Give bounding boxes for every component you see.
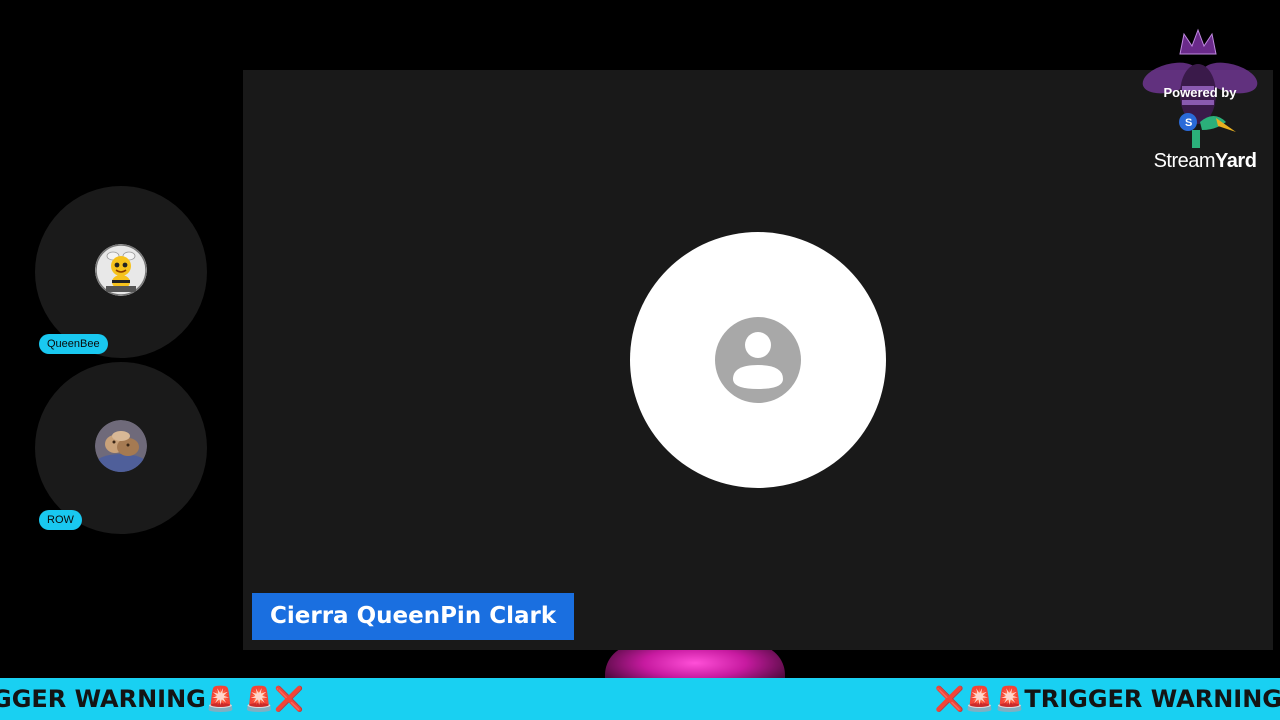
participant-tile-queenbee[interactable]: QueenBee	[35, 186, 207, 358]
participant-tile-row[interactable]: ROW	[35, 362, 207, 534]
scrolling-ticker-banner: GGER WARNING🚨 🚨❌ ❌🚨🚨TRIGGER WARNING	[0, 678, 1280, 720]
photo-avatar	[95, 420, 147, 472]
main-speaker-avatar	[630, 232, 886, 488]
participant-name-label: QueenBee	[39, 334, 108, 354]
powered-by-label: Powered by	[1163, 85, 1237, 100]
streamyard-word-yard: Yard	[1215, 150, 1257, 172]
main-speaker-tile[interactable]: Cierra QueenPin Clark	[243, 70, 1273, 650]
stream-canvas: Cierra QueenPin Clark QueenBee ROW S Pow…	[0, 0, 1280, 720]
streamyard-word-stream: Stream	[1153, 150, 1216, 172]
speaker-name-plate: Cierra QueenPin Clark	[252, 593, 575, 640]
streamyard-wordmark: StreamYard	[1140, 150, 1270, 173]
ticker-text-left: GGER WARNING🚨 🚨❌	[0, 685, 304, 713]
svg-text:S: S	[1185, 117, 1192, 129]
participant-name-label: ROW	[39, 510, 82, 530]
bee-avatar	[95, 244, 147, 296]
default-user-icon	[715, 317, 801, 403]
ticker-text-right: ❌🚨🚨TRIGGER WARNING	[934, 685, 1280, 713]
